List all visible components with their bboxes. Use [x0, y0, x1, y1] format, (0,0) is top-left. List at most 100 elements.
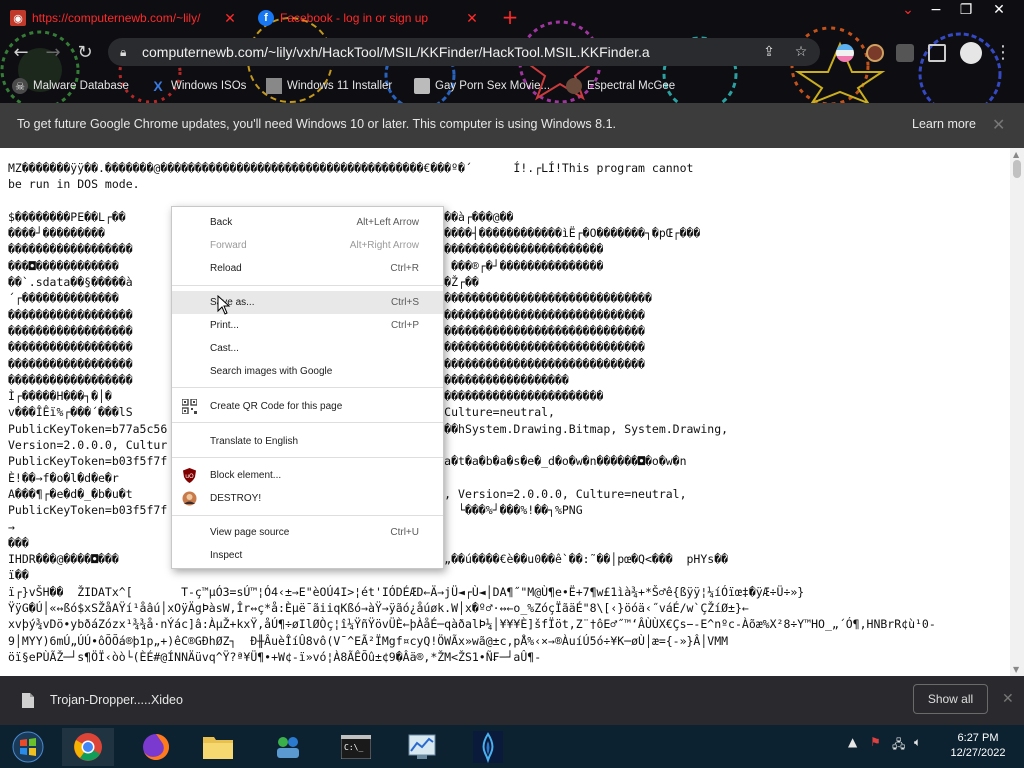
extension-avatar-icon[interactable] — [866, 44, 884, 62]
taskbar-cmd[interactable]: C:\_ — [330, 728, 382, 766]
text-line: PublicKeyToken=b77a5c56 rceSet┐���┘���┐�… — [8, 421, 729, 436]
taskbar-firefox[interactable] — [130, 728, 182, 766]
text-line: MZ�������ÿÿ��.�������@������������������… — [8, 161, 694, 175]
menu-item-shortcut: Ctrl+R — [390, 263, 419, 274]
bookmark-label: Windows 11 Installer — [287, 80, 393, 92]
malware-skull-icon: ☠ — [12, 78, 28, 94]
forward-arrow-icon[interactable]: → — [42, 42, 64, 64]
text-line: ����┘��������� ���┤��┤����┤���┼��������┤… — [8, 226, 701, 241]
browser-frame: ◉ https://computernewb.com/~lily/ ✕ f Fa… — [0, 0, 1024, 103]
tab-computernewb[interactable]: ◉ https://computernewb.com/~lily/ ✕ — [10, 4, 238, 32]
mouse-cursor-icon — [217, 295, 231, 315]
menu-item-label: Translate to English — [210, 436, 299, 447]
scroll-down-icon[interactable]: ▼ — [1013, 665, 1019, 674]
scroll-up-icon[interactable]: ▲ — [1013, 150, 1019, 159]
bookmark-star-icon[interactable]: ☆ — [792, 43, 810, 61]
lock-icon[interactable]: 🔒︎ — [120, 45, 134, 60]
menu-kebab-icon[interactable]: ⋮ — [992, 42, 1014, 64]
show-all-button[interactable]: Show all — [913, 684, 988, 714]
menu-item-inspect[interactable]: Inspect — [172, 544, 443, 567]
file-icon — [22, 693, 34, 708]
menu-item-print[interactable]: Print... Ctrl+P — [172, 314, 443, 337]
menu-item-label: Inspect — [210, 550, 243, 561]
infobar-message: To get future Google Chrome updates, you… — [17, 117, 616, 131]
menu-item-label: Reload — [210, 263, 242, 274]
extension-flag-icon[interactable] — [836, 44, 854, 62]
menu-item-view-source[interactable]: View page source Ctrl+U — [172, 521, 443, 544]
text-line: ´┌�������������� ���������������@��B����… — [8, 291, 652, 306]
menu-item-cast[interactable]: Cast... — [172, 337, 443, 360]
bookmark-malware-database[interactable]: ☠ Malware Database — [12, 77, 129, 95]
start-button[interactable] — [2, 728, 54, 766]
menu-item-shortcut: Alt+Left Arrow — [356, 217, 419, 228]
text-line: ������������������ ���������������������… — [8, 242, 604, 257]
back-arrow-icon[interactable]: ← — [10, 42, 32, 64]
new-tab-icon[interactable]: + — [500, 7, 520, 27]
infobar-close-icon[interactable]: ✕ — [992, 115, 1005, 134]
minimize-icon[interactable]: − — [920, 0, 952, 20]
learn-more-link[interactable]: Learn more — [912, 117, 976, 131]
tab-close-icon[interactable]: ✕ — [222, 10, 238, 26]
menu-item-save-as[interactable]: Save as... Ctrl+S — [172, 291, 443, 314]
address-bar[interactable]: 🔒︎ computernewb.com/~lily/vxh/HackTool/M… — [108, 38, 820, 66]
page-content: MZ�������ÿÿ��.�������@������������������… — [0, 148, 1024, 676]
close-window-icon[interactable]: ✕ — [983, 0, 1015, 20]
svg-text:C:\_: C:\_ — [344, 743, 363, 752]
text-line: ï┌}vŠH�� ŽIDATx^[ T-ç™µÓ3=sÚ™¦Ó4‹±→E"èOÚ… — [8, 584, 805, 599]
menu-item-block-element[interactable]: uO Block element... — [172, 464, 443, 487]
image-thumb-icon — [266, 78, 282, 94]
menu-item-label: View page source — [210, 527, 290, 538]
taskbar-chrome[interactable] — [62, 728, 114, 766]
share-icon[interactable]: ⇪ — [760, 43, 778, 61]
monitor-chart-icon — [408, 734, 436, 759]
download-filename[interactable]: Trojan-Dropper.....Xideo — [50, 693, 183, 707]
action-center-flag-icon[interactable]: ⚑ — [870, 735, 881, 749]
update-infobar: To get future Google Chrome updates, you… — [0, 103, 1024, 148]
tray-expand-icon[interactable]: ▲ — [848, 735, 857, 749]
menu-item-back[interactable]: Back Alt+Left Arrow — [172, 211, 443, 234]
menu-item-reload[interactable]: Reload Ctrl+R — [172, 257, 443, 280]
scroll-thumb[interactable] — [1013, 160, 1021, 178]
side-panel-icon[interactable] — [928, 44, 946, 62]
menu-item-translate[interactable]: Translate to English — [172, 430, 443, 453]
tab-title: Facebook - log in or sign up — [280, 11, 429, 25]
tab-facebook[interactable]: f Facebook - log in or sign up ✕ — [258, 4, 480, 32]
text-line: $��������PE��L┌�� ��������>ì┌�� ���à┌���… — [8, 209, 514, 224]
windows-start-icon — [12, 731, 44, 763]
menu-item-search-images[interactable]: Search images with Google — [172, 360, 443, 383]
system-clock[interactable]: 6:27 PM 12/27/2022 — [938, 731, 1018, 761]
menu-item-forward[interactable]: Forward Alt+Right Arrow — [172, 234, 443, 257]
extension-puzzle-icon[interactable] — [896, 44, 914, 62]
menu-item-create-qr[interactable]: Create QR Code for this page — [172, 395, 443, 418]
menu-item-label: Back — [210, 217, 233, 228]
bookmark-windows-11-installer[interactable]: Windows 11 Installer — [266, 77, 392, 95]
binary-text-dump: MZ�������ÿÿ��.�������@������������������… — [8, 160, 1008, 665]
text-line: ��`.sdata��§�����à ���À.rsrc���pŒ┌���┐��… — [8, 275, 479, 290]
facebook-icon: f — [258, 10, 274, 26]
menu-item-destroy[interactable]: DESTROY! — [172, 487, 443, 510]
text-line: be run in DOS mode. — [8, 177, 140, 192]
site-icon — [414, 78, 430, 94]
profile-avatar-icon[interactable] — [960, 42, 982, 64]
avatar-icon — [566, 78, 582, 94]
reload-icon[interactable]: ↻ — [74, 42, 96, 64]
menu-item-label: Cast... — [210, 343, 239, 354]
tab-close-icon[interactable]: ✕ — [464, 10, 480, 26]
taskbar-file-explorer[interactable] — [192, 728, 244, 766]
text-line: ������������������ ���������������������… — [8, 307, 645, 322]
taskbar-app3[interactable] — [462, 728, 514, 766]
bookmark-site[interactable]: Gay Porn Sex Movie... — [414, 77, 550, 95]
bookmark-windows-isos[interactable]: X Windows ISOs — [150, 77, 246, 95]
volume-icon[interactable]: 🔈︎ — [914, 735, 921, 750]
folder-icon — [203, 737, 233, 759]
text-line: v���ÎÊï%┌���´���lS ib, Version=2.0.0.0, … — [8, 405, 555, 420]
restore-icon[interactable]: ❐ — [950, 0, 982, 20]
network-icon[interactable]: 🖧︎ — [892, 735, 905, 756]
taskbar-app[interactable] — [262, 728, 314, 766]
flame-app-icon — [473, 731, 503, 763]
url-text[interactable]: computernewb.com/~lily/vxh/HackTool/MSIL… — [142, 44, 650, 60]
bookmark-espectral-mcgee[interactable]: Espectral McGee — [566, 77, 675, 95]
taskbar-app2[interactable] — [396, 728, 448, 766]
download-bar-close-icon[interactable]: ✕ — [1002, 691, 1014, 707]
vertical-scrollbar[interactable]: ▲ ▼ — [1010, 148, 1024, 676]
